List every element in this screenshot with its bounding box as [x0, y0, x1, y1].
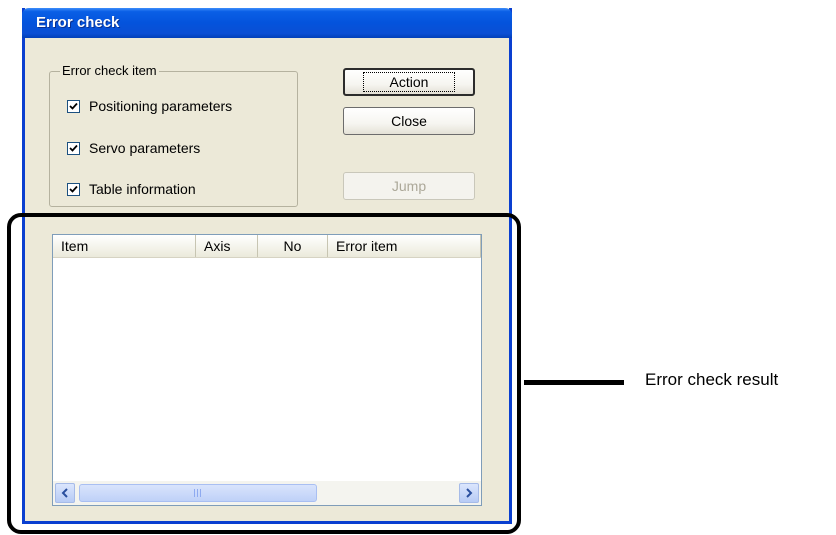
checkbox-label: Servo parameters — [89, 140, 201, 156]
checkbox-checked-icon[interactable] — [67, 99, 80, 113]
error-check-item-group: Error check item Positioning parameters … — [49, 63, 298, 207]
checkbox-positioning-parameters[interactable]: Positioning parameters — [67, 98, 232, 114]
jump-button[interactable]: Jump — [343, 172, 475, 200]
annotation-leader-line — [524, 380, 624, 385]
close-button[interactable]: Close — [343, 107, 475, 135]
action-button-label: Action — [362, 72, 456, 92]
jump-button-label: Jump — [391, 178, 427, 194]
result-area-highlight — [7, 213, 521, 534]
close-button-label: Close — [391, 113, 427, 129]
checkbox-servo-parameters[interactable]: Servo parameters — [67, 140, 200, 156]
annotation-label: Error check result — [645, 370, 779, 389]
checkbox-label: Table information — [89, 181, 196, 197]
title-bar[interactable]: Error check — [22, 8, 512, 38]
window-title: Error check — [36, 14, 120, 31]
checkbox-checked-icon[interactable] — [67, 182, 80, 196]
group-legend: Error check item — [60, 63, 159, 78]
checkbox-label: Positioning parameters — [89, 98, 233, 114]
action-button[interactable]: Action — [343, 68, 475, 96]
checkbox-table-information[interactable]: Table information — [67, 181, 196, 197]
checkbox-checked-icon[interactable] — [67, 141, 80, 155]
